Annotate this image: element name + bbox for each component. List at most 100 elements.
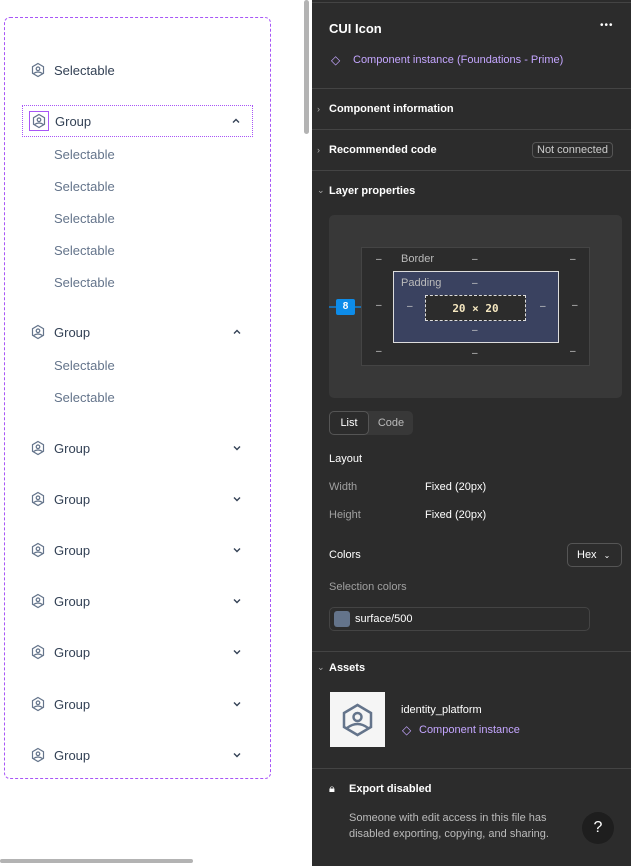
group-row[interactable]: Group xyxy=(22,636,253,668)
asset-type-link[interactable]: Component instance xyxy=(419,724,520,736)
border-bottom: – xyxy=(472,348,478,359)
identity-icon xyxy=(28,489,48,509)
border-label: Border xyxy=(401,253,435,265)
border-bottom-left: – xyxy=(376,346,382,357)
identity-icon xyxy=(28,694,48,714)
chevron-down-icon[interactable] xyxy=(231,442,243,454)
color-format-select[interactable]: Hex ⌄ xyxy=(567,543,622,567)
group-row[interactable]: Group xyxy=(22,739,253,771)
group-row[interactable]: Group xyxy=(22,483,253,515)
chevron-down-icon[interactable] xyxy=(231,749,243,761)
margin-left-value[interactable]: 8 xyxy=(336,299,355,315)
selectable-row[interactable]: Selectable xyxy=(22,54,253,86)
identity-icon xyxy=(28,642,48,662)
group-row[interactable]: Group xyxy=(22,534,253,566)
not-connected-badge: Not connected xyxy=(532,142,613,158)
padding-box: Padding – – – – 20 × 20 xyxy=(393,271,559,343)
section-layer-properties[interactable]: Layer properties xyxy=(329,185,415,197)
asset-thumbnail[interactable] xyxy=(330,692,385,747)
sub-item[interactable]: Selectable xyxy=(54,275,115,290)
diamond-icon: ◇ xyxy=(402,723,412,737)
border-top-right: – xyxy=(570,254,576,265)
vertical-scrollbar[interactable] xyxy=(304,0,309,134)
width-value: Fixed (20px) xyxy=(425,481,487,493)
identity-icon xyxy=(28,745,48,765)
chevron-down-icon: ⌄ xyxy=(317,185,325,195)
tab-list[interactable]: List xyxy=(329,411,369,435)
chevron-down-icon: ⌄ xyxy=(603,550,611,560)
group-row[interactable]: Group xyxy=(22,105,253,137)
selection-colors-label: Selection colors xyxy=(329,581,407,593)
group-row[interactable]: Group xyxy=(22,585,253,617)
chevron-down-icon[interactable] xyxy=(231,544,243,556)
canvas: Selectable Group Selectable Selectable Selec… xyxy=(0,0,312,866)
chevron-down-icon[interactable] xyxy=(231,595,243,607)
horizontal-scrollbar[interactable] xyxy=(0,859,193,863)
sub-item[interactable]: Selectable xyxy=(54,147,115,162)
help-button[interactable]: ? xyxy=(582,812,614,844)
view-tabs: List Code xyxy=(329,411,413,435)
chevron-right-icon: › xyxy=(317,145,320,155)
row-label: Group xyxy=(54,593,91,609)
row-label: Group xyxy=(54,644,91,660)
inspector-panel: CUI Icon ••• ◇ Component instance (Found… xyxy=(312,0,631,866)
border-right: – xyxy=(572,300,578,311)
chevron-down-icon[interactable] xyxy=(231,698,243,710)
border-box: Border – – – – – – – – Padding – – – – 2… xyxy=(361,247,590,366)
section-recommended-code[interactable]: Recommended code xyxy=(329,144,437,156)
row-label: Group xyxy=(54,542,91,558)
color-token-row[interactable]: surface/500 xyxy=(329,607,590,631)
lock-icon: 🔒︎ xyxy=(329,783,335,795)
padding-bottom: – xyxy=(472,325,478,336)
group-row[interactable]: Group xyxy=(22,688,253,720)
color-token: surface/500 xyxy=(355,613,413,625)
sub-item[interactable]: Selectable xyxy=(54,390,115,405)
tab-code[interactable]: Code xyxy=(369,411,413,435)
padding-right: – xyxy=(540,301,546,312)
chevron-down-icon[interactable] xyxy=(231,493,243,505)
panel-title: CUI Icon xyxy=(329,21,382,36)
padding-left: – xyxy=(407,301,413,312)
identity-icon xyxy=(28,591,48,611)
padding-label: Padding xyxy=(401,277,442,289)
sub-item[interactable]: Selectable xyxy=(54,211,115,226)
layout-heading: Layout xyxy=(329,453,363,465)
sub-item[interactable]: Selectable xyxy=(54,243,115,258)
diamond-icon: ◇ xyxy=(331,53,341,67)
padding-top: – xyxy=(472,278,478,289)
border-top: – xyxy=(472,254,478,265)
color-swatch xyxy=(334,611,350,627)
chevron-up-icon[interactable] xyxy=(230,115,242,127)
border-left: – xyxy=(376,300,382,311)
sub-item[interactable]: Selectable xyxy=(54,358,115,373)
export-disabled-text: Someone with edit access in this file ha… xyxy=(349,812,549,840)
width-label: Width xyxy=(329,481,358,493)
chevron-up-icon[interactable] xyxy=(231,326,243,338)
section-assets[interactable]: Assets xyxy=(329,662,365,674)
row-label: Group xyxy=(54,324,91,340)
row-label: Group xyxy=(54,491,91,507)
identity-icon xyxy=(28,438,48,458)
identity-icon xyxy=(29,111,49,131)
chevron-down-icon: ⌄ xyxy=(317,662,325,672)
row-label: Selectable xyxy=(54,62,115,78)
section-component-information[interactable]: Component information xyxy=(329,103,454,115)
identity-platform-icon xyxy=(342,703,373,737)
content-size: 20 × 20 xyxy=(425,295,526,321)
chevron-down-icon[interactable] xyxy=(231,646,243,658)
instance-link[interactable]: Component instance (Foundations - Prime) xyxy=(353,54,563,66)
group-row[interactable]: Group xyxy=(22,316,253,348)
chevron-right-icon: › xyxy=(317,104,320,114)
identity-icon xyxy=(28,322,48,342)
row-label: Group xyxy=(54,696,91,712)
identity-icon xyxy=(28,540,48,560)
export-disabled-title: Export disabled xyxy=(349,783,432,795)
group-row[interactable]: Group xyxy=(22,432,253,464)
color-format-value: Hex xyxy=(577,549,597,561)
row-label: Group xyxy=(55,113,92,129)
more-options-button[interactable]: ••• xyxy=(600,20,614,31)
box-model: Border – – – – – – – – Padding – – – – 2… xyxy=(329,215,622,398)
sub-item[interactable]: Selectable xyxy=(54,179,115,194)
height-label: Height xyxy=(329,509,361,521)
border-top-left: – xyxy=(376,254,382,265)
